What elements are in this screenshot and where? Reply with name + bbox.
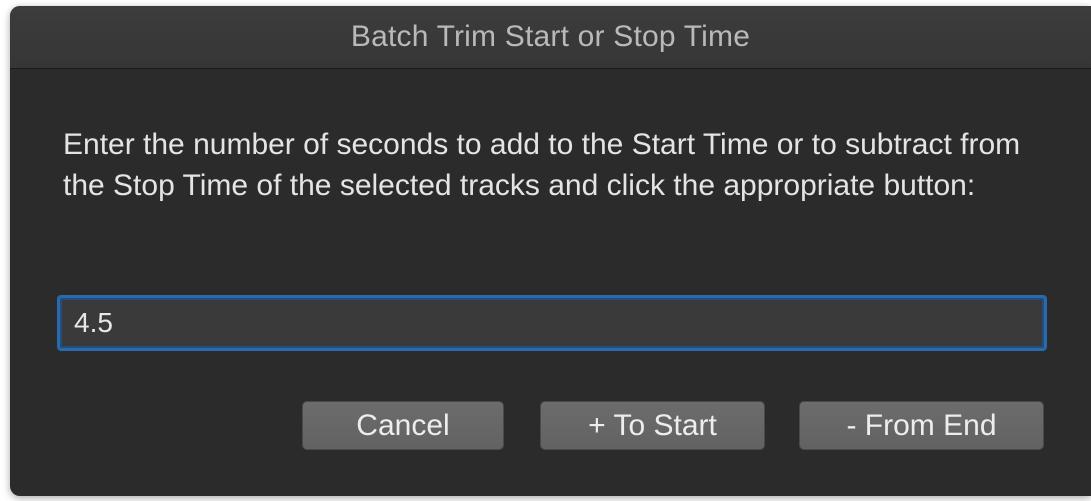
cancel-button[interactable]: Cancel bbox=[302, 401, 504, 450]
instruction-text: Enter the number of seconds to add to th… bbox=[63, 128, 1021, 202]
seconds-input[interactable] bbox=[57, 295, 1047, 351]
title-bar[interactable]: Batch Trim Start or Stop Time bbox=[10, 6, 1091, 69]
to-start-button[interactable]: + To Start bbox=[540, 401, 765, 450]
dialog-title: Batch Trim Start or Stop Time bbox=[350, 20, 751, 53]
from-end-button[interactable]: - From End bbox=[799, 401, 1044, 450]
dialog-window: Batch Trim Start or Stop Time Enter the … bbox=[10, 6, 1091, 496]
